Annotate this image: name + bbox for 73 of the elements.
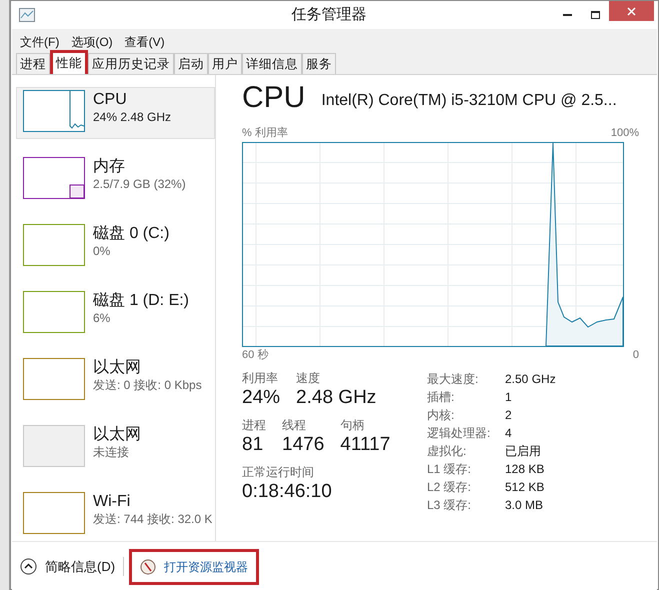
close-button[interactable] xyxy=(609,1,654,21)
graph-time-end: 0 xyxy=(632,348,639,362)
spec-value: 3.0 MB xyxy=(505,497,544,514)
metric-label: 正常运行时间 xyxy=(242,464,315,480)
metric-value: 24% xyxy=(242,386,280,410)
sidebar-item[interactable]: Wi-Fi 发送: 744 接收: 32.0 K xyxy=(16,489,215,541)
metric-value: 81 xyxy=(242,432,264,456)
window-title: 任务管理器 xyxy=(292,4,366,25)
close-icon xyxy=(627,6,636,16)
metric-label: 线程 xyxy=(282,418,307,433)
graph-time-start: 60 秒 xyxy=(242,348,268,362)
item-name: 磁盘 0 (C:) xyxy=(93,224,170,244)
chevron-up-icon xyxy=(20,558,37,575)
spec-value: 2.50 GHz xyxy=(505,371,556,388)
tab[interactable]: 进程 xyxy=(16,53,50,74)
tab[interactable]: 详细信息 xyxy=(242,53,302,74)
item-detail: 发送: 744 接收: 32.0 K xyxy=(93,512,212,527)
item-detail: 24% 2.48 GHz xyxy=(93,110,172,125)
tab[interactable]: 应用历史记录 xyxy=(88,53,174,74)
spec-label: L2 缓存: xyxy=(427,479,472,496)
metric-value: 41117 xyxy=(340,432,390,456)
tab[interactable]: 用户 xyxy=(208,53,242,74)
graph-label: % 利用率 xyxy=(242,126,288,141)
spec-value: 1 xyxy=(505,389,513,406)
sidebar-item[interactable]: 以太网 未连接 xyxy=(16,422,215,474)
item-detail: 0% xyxy=(93,244,112,259)
tab[interactable]: 服务 xyxy=(302,53,336,74)
spec-value: 128 KB xyxy=(505,461,546,478)
metric-value: 0:18:46:10 xyxy=(242,480,332,504)
sidebar-item[interactable]: 内存 2.5/7.9 GB (32%) xyxy=(16,154,215,206)
tab[interactable]: 性能 xyxy=(50,50,88,74)
tab[interactable]: 启动 xyxy=(174,53,208,74)
spec-value: 512 KB xyxy=(505,479,546,496)
metric-label: 利用率 xyxy=(242,371,279,386)
cpu-model: Intel(R) Core(TM) i5-3210M CPU @ 2.5... xyxy=(321,91,617,111)
sidebar-item[interactable]: 磁盘 1 (D: E:) 6% xyxy=(16,288,215,340)
metric-label: 句柄 xyxy=(340,418,366,433)
spec-value: 4 xyxy=(505,425,513,442)
spec-label: 最大速度: xyxy=(427,371,480,388)
sidebar-item[interactable]: 以太网 发送: 0 接收: 0 Kbps xyxy=(16,355,215,407)
spec-value: 2 xyxy=(505,407,513,424)
item-detail: 未连接 xyxy=(93,445,130,460)
spec-label: 逻辑处理器: xyxy=(427,425,492,442)
sidebar-item[interactable]: 磁盘 0 (C:) 0% xyxy=(16,221,215,273)
spec-label: 内核: xyxy=(427,407,456,424)
gauge-icon xyxy=(140,558,156,574)
metric-value: 2.48 GHz xyxy=(296,386,376,410)
metric-value: 1476 xyxy=(282,432,324,456)
menu-item[interactable]: 文件(F) xyxy=(20,33,60,51)
item-detail: 2.5/7.9 GB (32%) xyxy=(93,177,186,192)
summary-button[interactable]: 简略信息(D) xyxy=(20,556,124,576)
item-name: CPU xyxy=(93,90,128,110)
menu-item[interactable]: 选项(O) xyxy=(71,33,113,51)
metric-label: 速度 xyxy=(296,371,322,386)
item-name: 以太网 xyxy=(93,425,141,445)
monitor-icon xyxy=(19,8,35,22)
item-name: 内存 xyxy=(93,157,126,177)
spec-label: L3 缓存: xyxy=(427,497,472,514)
spec-label: 虚拟化: xyxy=(427,443,468,460)
graph-max: 100% xyxy=(610,126,639,141)
resource-monitor-link[interactable]: 打开资源监视器 xyxy=(132,552,256,582)
item-name: 以太网 xyxy=(93,358,142,378)
spec-label: 插槽: xyxy=(427,389,456,406)
item-detail: 6% xyxy=(93,311,112,326)
sidebar-item[interactable]: CPU 24% 2.48 GHz xyxy=(16,87,215,139)
spec-value: 已启用 xyxy=(505,443,542,460)
menu-item[interactable]: 查看(V) xyxy=(124,33,165,51)
item-name: 磁盘 1 (D: E:) xyxy=(93,291,190,311)
spec-label: L1 缓存: xyxy=(427,461,472,478)
item-detail: 发送: 0 接收: 0 Kbps xyxy=(93,378,202,393)
metric-label: 进程 xyxy=(242,418,266,433)
panel-title: CPU xyxy=(242,83,306,113)
item-name: Wi-Fi xyxy=(93,492,132,512)
